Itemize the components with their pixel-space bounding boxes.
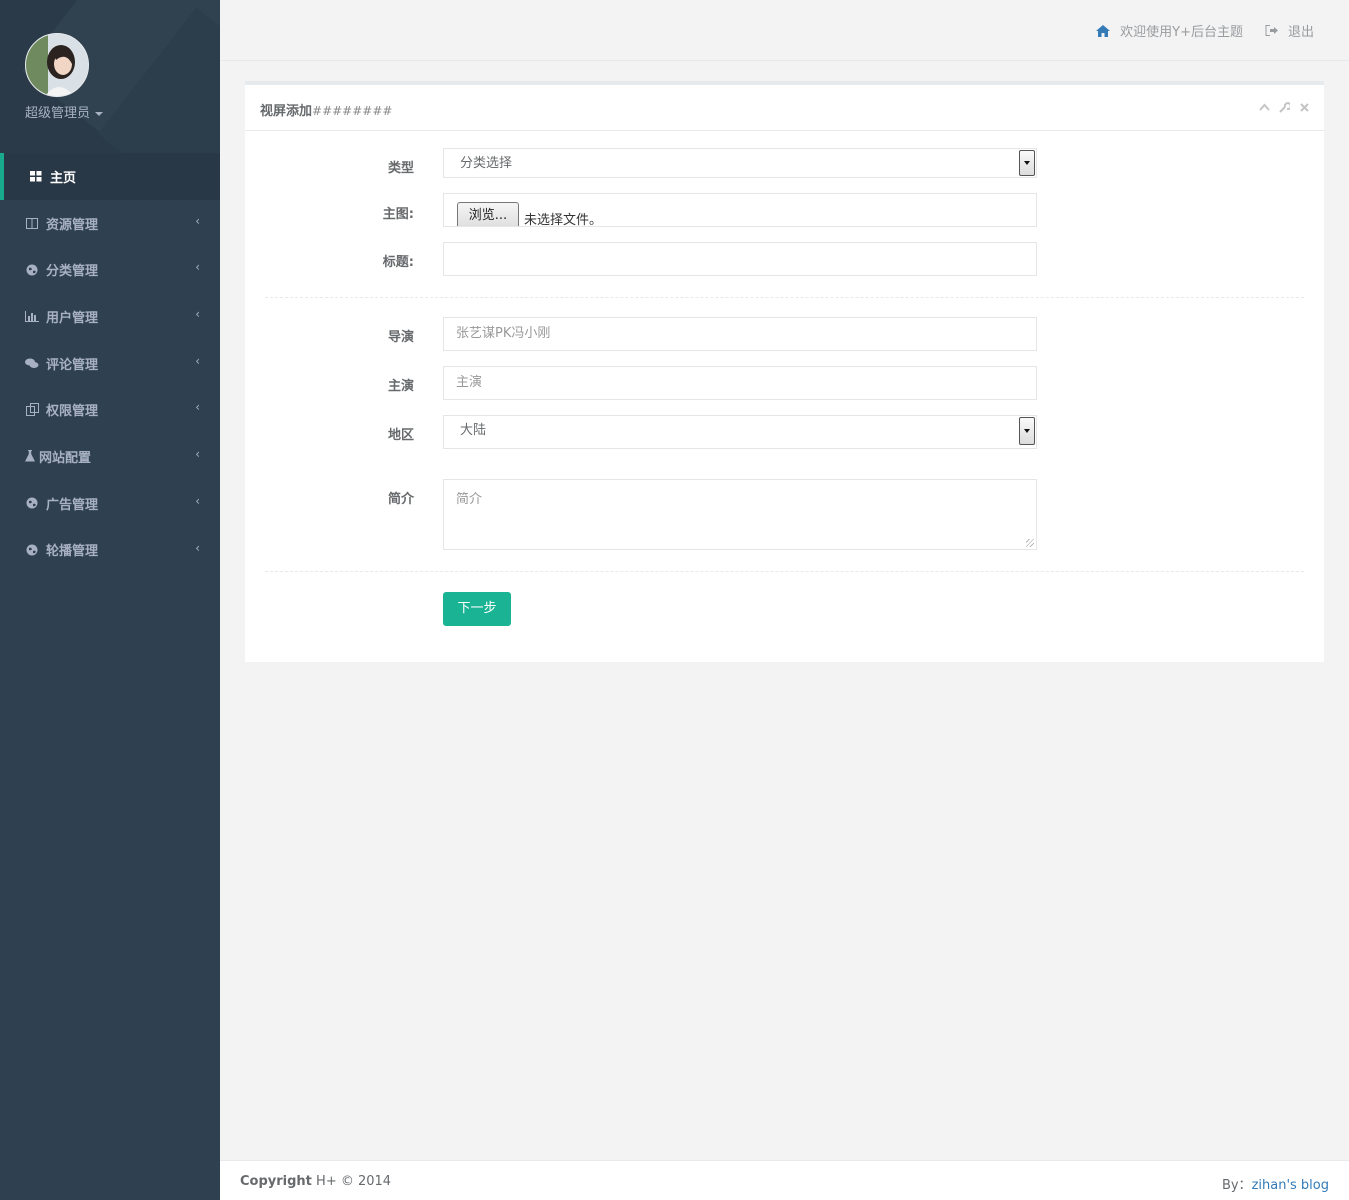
intro-textarea[interactable]: 简介	[443, 479, 1037, 550]
sidebar-item-categories[interactable]: 分类管理 ‹	[0, 246, 220, 293]
director-label: 导演	[387, 330, 414, 345]
sidebar-item-comments[interactable]: 评论管理 ‹	[0, 340, 220, 387]
region-select-value: 大陆	[460, 423, 487, 438]
globe-icon	[25, 496, 39, 510]
chevron-left-icon: ‹	[195, 400, 200, 415]
sidebar-item-permissions[interactable]: 权限管理 ‹	[0, 386, 220, 433]
welcome-text: 欢迎使用Y+后台主题	[1120, 25, 1243, 40]
columns-icon	[25, 216, 39, 230]
welcome-link[interactable]: 欢迎使用Y+后台主题	[1096, 21, 1243, 40]
copy-icon	[25, 403, 39, 417]
chevron-left-icon: ‹	[195, 260, 200, 275]
collapse-icon[interactable]	[1258, 101, 1270, 113]
top-navbar: 欢迎使用Y+后台主题 退出	[220, 0, 1349, 61]
sidebar-item-label: 评论管理	[46, 357, 99, 373]
chevron-left-icon: ‹	[195, 493, 200, 508]
dropdown-arrow-icon	[1019, 417, 1035, 445]
comments-icon	[25, 356, 39, 370]
sign-out-icon	[1265, 25, 1278, 36]
chevron-left-icon: ‹	[195, 447, 200, 462]
divider	[265, 571, 1304, 572]
panel-header: 视屏添加########	[245, 85, 1324, 131]
chevron-left-icon: ‹	[195, 353, 200, 368]
image-file-input[interactable]: 浏览... 未选择文件。	[443, 193, 1037, 227]
panel-title: 视屏添加########	[260, 100, 392, 119]
sidebar-item-label: 主页	[50, 170, 77, 186]
sidebar-item-ads[interactable]: 广告管理 ‹	[0, 480, 220, 527]
no-file-text: 未选择文件。	[524, 213, 603, 227]
by-label: By：	[1221, 1178, 1252, 1193]
bar-chart-icon	[25, 309, 39, 323]
sidebar-item-carousel[interactable]: 轮播管理 ‹	[0, 527, 220, 574]
blog-link[interactable]: zihan's blog	[1252, 1178, 1329, 1193]
panel-title-text: 视屏添加	[260, 104, 313, 119]
resize-handle-icon[interactable]	[1026, 539, 1034, 547]
sidebar-item-label: 网站配置	[39, 450, 92, 466]
caret-down-icon	[95, 111, 104, 116]
flask-icon	[25, 449, 35, 463]
chevron-left-icon: ‹	[195, 307, 200, 322]
profile-header: 超级管理员	[0, 0, 220, 153]
user-name: 超级管理员	[25, 106, 91, 121]
sidebar-item-label: 广告管理	[46, 497, 99, 513]
type-label: 类型	[387, 161, 414, 176]
globe-icon	[25, 543, 39, 557]
actor-label: 主演	[387, 379, 414, 394]
copyright: Copyright H+ © 2014	[240, 1174, 391, 1189]
chevron-left-icon: ‹	[195, 540, 200, 555]
next-step-button[interactable]: 下一步	[443, 592, 511, 626]
logout-text: 退出	[1287, 25, 1314, 40]
sidebar-item-label: 用户管理	[46, 310, 99, 326]
home-icon	[1096, 24, 1111, 37]
region-label: 地区	[387, 428, 414, 443]
chevron-left-icon: ‹	[195, 213, 200, 228]
copyright-bold: Copyright	[240, 1174, 312, 1189]
grid-icon	[29, 169, 43, 183]
title-input[interactable]	[443, 242, 1037, 276]
intro-placeholder: 简介	[456, 492, 483, 507]
sidebar-item-home[interactable]: 主页	[0, 153, 220, 200]
footer: Copyright H+ © 2014 By：zihan's blog	[220, 1160, 1349, 1200]
sidebar-item-label: 轮播管理	[46, 544, 99, 560]
sidebar-item-label: 分类管理	[46, 264, 99, 280]
region-select[interactable]: 大陆	[443, 415, 1037, 449]
close-icon[interactable]	[1298, 101, 1310, 113]
sidebar: 超级管理员 主页 资源管理 ‹ 分类管理 ‹ 用户管理 ‹ 评论管理 ‹ 权限管…	[0, 0, 220, 1200]
sidebar-item-label: 权限管理	[46, 404, 99, 420]
wrench-icon[interactable]	[1278, 101, 1290, 113]
user-menu[interactable]: 超级管理员	[25, 102, 104, 121]
sidebar-item-resources[interactable]: 资源管理 ‹	[0, 200, 220, 247]
intro-label: 简介	[387, 492, 414, 507]
logout-link[interactable]: 退出	[1265, 21, 1314, 40]
sidebar-item-site-config[interactable]: 网站配置 ‹	[0, 433, 220, 480]
type-select-value: 分类选择	[460, 156, 513, 171]
avatar[interactable]	[25, 33, 89, 97]
sidebar-nav: 主页 资源管理 ‹ 分类管理 ‹ 用户管理 ‹ 评论管理 ‹ 权限管理 ‹ 网站…	[0, 153, 220, 573]
footer-credit: By：zihan's blog	[1222, 1174, 1329, 1193]
actor-input[interactable]: 主演	[443, 366, 1037, 400]
copyright-rest: H+ © 2014	[311, 1174, 392, 1189]
sidebar-item-label: 资源管理	[46, 217, 99, 233]
panel-title-suffix: ########	[312, 104, 393, 118]
panel-tools	[1258, 101, 1310, 113]
divider	[265, 297, 1304, 298]
form-panel: 视屏添加######## 类型 分类选择 主图: 浏览... 未选择文件。 标题…	[245, 81, 1324, 662]
director-input[interactable]: 张艺谋PK冯小刚	[443, 317, 1037, 351]
title-label: 标题:	[382, 255, 414, 270]
browse-button[interactable]: 浏览...	[457, 202, 519, 226]
globe-icon	[25, 263, 39, 277]
dropdown-arrow-icon	[1019, 150, 1035, 176]
sidebar-item-users[interactable]: 用户管理 ‹	[0, 293, 220, 340]
type-select[interactable]: 分类选择	[443, 148, 1037, 178]
image-label: 主图:	[382, 207, 414, 222]
